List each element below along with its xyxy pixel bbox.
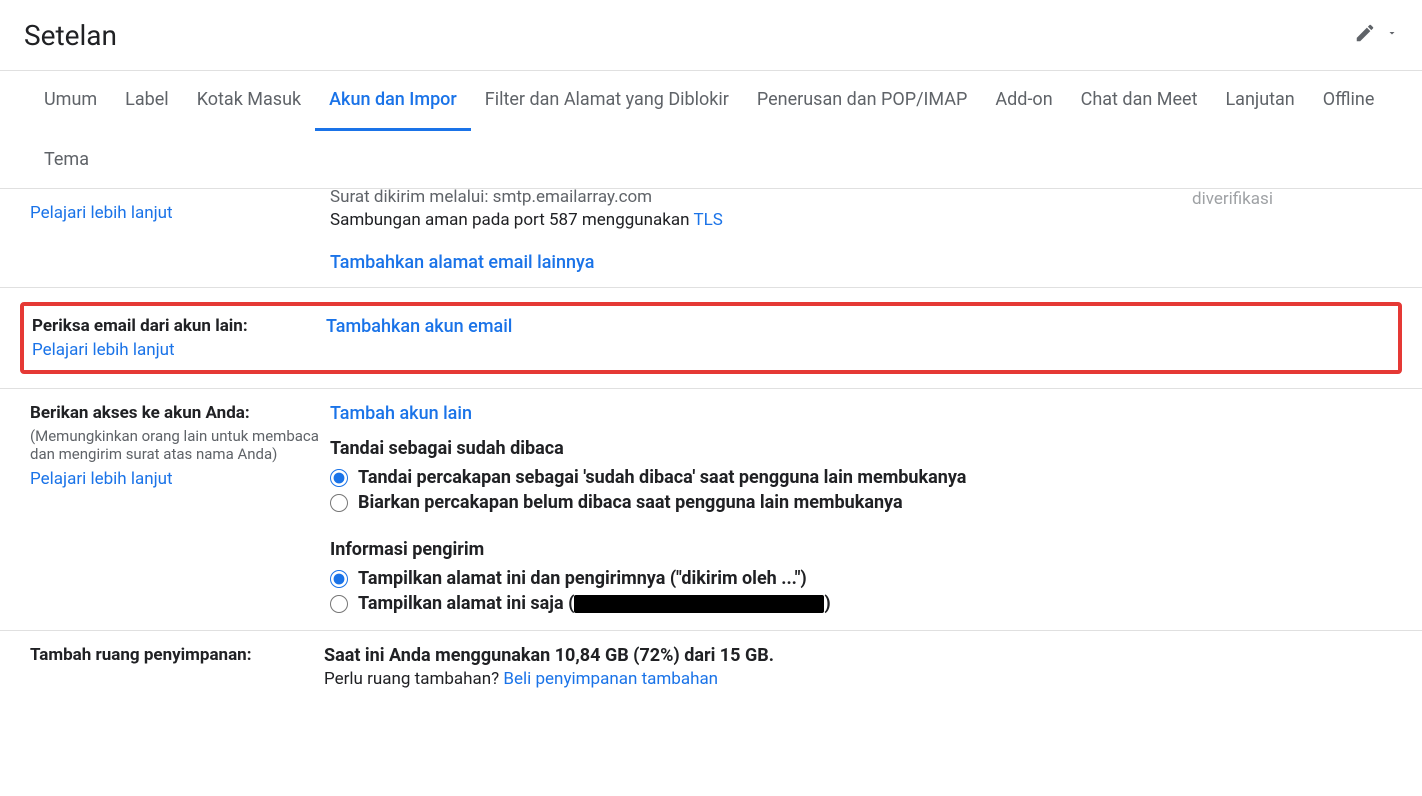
chevron-down-icon[interactable] — [1386, 27, 1398, 43]
mark-read-group-title: Tandai sebagai sudah dibaca — [330, 438, 1392, 459]
add-mail-account-link[interactable]: Tambahkan akun email — [326, 316, 512, 337]
grant-access-learn-more-link[interactable]: Pelajari lebih lanjut — [30, 469, 330, 489]
buy-storage-link[interactable]: Beli penyimpanan tambahan — [503, 669, 718, 689]
tab-lanjutan[interactable]: Lanjutan — [1211, 71, 1308, 131]
sender-info-option-1-label[interactable]: Tampilkan alamat ini dan pengirimnya ("d… — [358, 568, 807, 589]
grant-access-title: Berikan akses ke akun Anda: — [30, 403, 330, 423]
storage-title: Tambah ruang penyimpanan: — [30, 645, 330, 665]
storage-usage-text: Saat ini Anda menggunakan 10,84 GB (72%)… — [324, 645, 1392, 666]
grant-access-subtitle: (Memungkinkan orang lain untuk membaca d… — [30, 427, 330, 463]
check-mail-learn-more-link[interactable]: Pelajari lebih lanjut — [32, 340, 326, 360]
storage-question-text: Perlu ruang tambahan? — [324, 669, 503, 689]
tls-link[interactable]: TLS — [693, 210, 722, 230]
tab-addon[interactable]: Add-on — [981, 71, 1066, 131]
tab-label[interactable]: Label — [111, 71, 183, 131]
check-mail-highlighted-section: Periksa email dari akun lain: Pelajari l… — [20, 302, 1402, 374]
send-as-learn-more-link[interactable]: Pelajari lebih lanjut — [30, 203, 330, 223]
tab-tema[interactable]: Tema — [30, 131, 103, 188]
settings-tabs: Umum Label Kotak Masuk Akun dan Impor Fi… — [0, 71, 1422, 189]
mark-read-option-1-radio[interactable] — [330, 469, 348, 487]
tab-penerusan[interactable]: Penerusan dan POP/IMAP — [743, 71, 982, 131]
sender-info-option-2-radio[interactable] — [330, 595, 348, 613]
tab-offline[interactable]: Offline — [1309, 71, 1389, 131]
page-title: Setelan — [24, 19, 117, 52]
mark-read-option-2-label[interactable]: Biarkan percakapan belum dibaca saat pen… — [358, 492, 903, 513]
smtp-server-text: Surat dikirim melalui: smtp.emailarray.c… — [330, 187, 1192, 207]
tab-filter[interactable]: Filter dan Alamat yang Diblokir — [471, 71, 743, 131]
connection-text: Sambungan aman pada port 587 menggunakan — [330, 210, 693, 230]
check-mail-title: Periksa email dari akun lain: — [32, 316, 326, 336]
edit-icon[interactable] — [1348, 16, 1382, 54]
tab-akun-dan-impor[interactable]: Akun dan Impor — [315, 71, 471, 131]
verification-status: diverifikasi — [1192, 189, 1273, 209]
tab-kotak-masuk[interactable]: Kotak Masuk — [183, 71, 315, 131]
redacted-email — [574, 595, 824, 613]
tab-umum[interactable]: Umum — [30, 71, 111, 131]
add-email-address-link[interactable]: Tambahkan alamat email lainnya — [330, 252, 594, 273]
sender-info-option-2-label[interactable]: Tampilkan alamat ini saja () — [358, 593, 831, 614]
sender-info-group-title: Informasi pengirim — [330, 539, 1392, 560]
mark-read-option-2-radio[interactable] — [330, 494, 348, 512]
tab-chat-meet[interactable]: Chat dan Meet — [1067, 71, 1212, 131]
add-another-account-link[interactable]: Tambah akun lain — [330, 403, 472, 424]
sender-info-option-1-radio[interactable] — [330, 570, 348, 588]
mark-read-option-1-label[interactable]: Tandai percakapan sebagai 'sudah dibaca'… — [358, 467, 966, 488]
